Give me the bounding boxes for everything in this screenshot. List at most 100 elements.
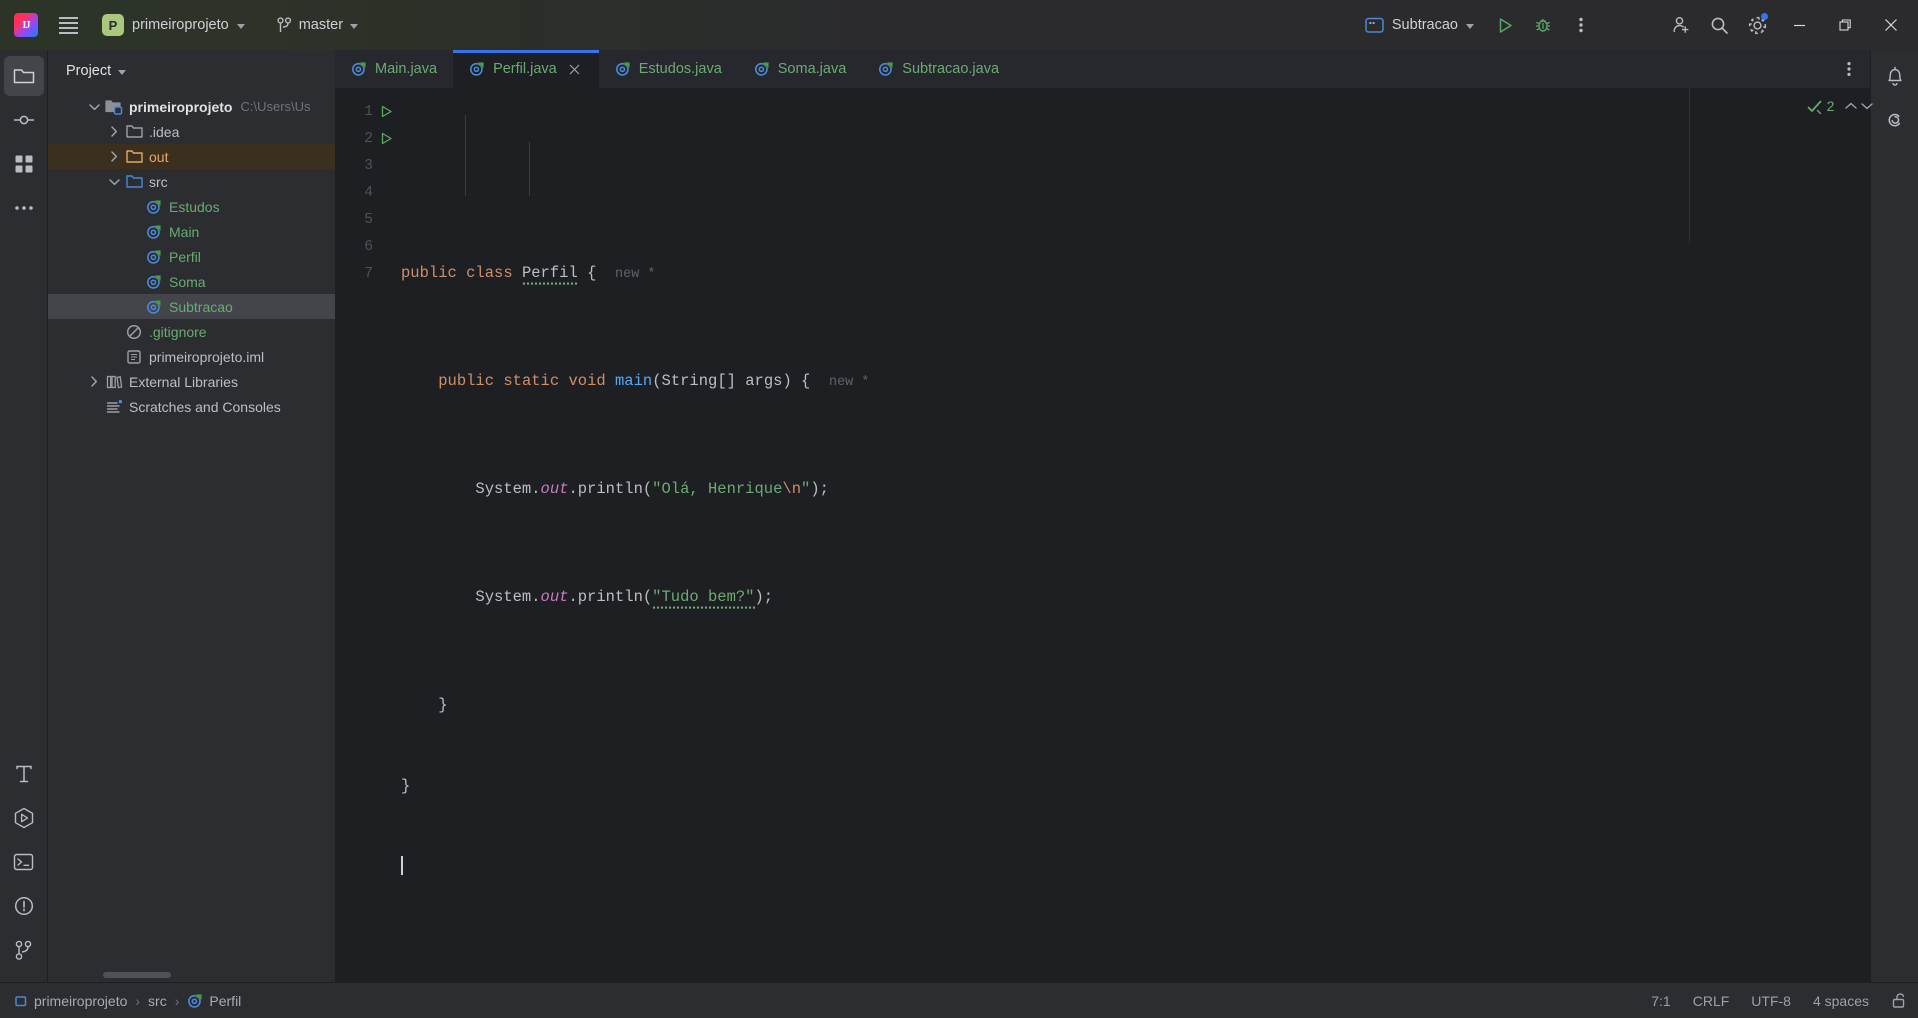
ai-spiral-icon [1888,113,1900,127]
project-name-label: primeiroprojeto [132,17,229,33]
line-separator-label[interactable]: CRLF [1693,993,1730,1009]
chevron-right-icon[interactable] [90,376,98,387]
sidebar-item-ai-assistant[interactable] [4,754,44,794]
editor-tab-soma-java[interactable]: Soma.java [738,50,863,88]
tree-node-label: External Libraries [129,373,238,390]
vcs-branch-selector[interactable]: master [269,10,366,40]
search-everywhere-button[interactable] [1700,6,1738,44]
editor-tab-perfil-java[interactable]: Perfil.java [453,50,599,88]
sidebar-item-version-control[interactable] [4,930,44,970]
chevron-right-icon[interactable] [110,126,118,137]
inspection-nav[interactable] [1845,102,1874,110]
maximize-window-button[interactable] [1822,0,1868,50]
inspection-widget[interactable]: 2 [1807,98,1874,114]
gutter-line[interactable]: 5 [335,206,401,233]
project-tree-horizontal-scrollbar[interactable] [103,972,171,978]
editor-tab-label: Soma.java [777,61,847,77]
close-window-button[interactable] [1868,0,1914,50]
run-gutter-icon[interactable] [375,105,397,118]
breadcrumb-item[interactable]: Perfil [187,993,241,1009]
editor-tab-estudos-java[interactable]: Estudos.java [599,50,738,88]
tree-node-primeiroprojeto-iml[interactable]: primeiroprojeto.iml [48,344,335,369]
tree-expand-arrow[interactable] [104,151,124,162]
tree-node-soma[interactable]: Soma [48,269,335,294]
caret-position-label[interactable]: 7:1 [1651,993,1670,1009]
run-configuration-selector[interactable]: Subtracao [1357,10,1482,40]
account-button[interactable] [1662,6,1700,44]
intellij-idea-logo: IJ [14,13,38,37]
sidebar-item-terminal[interactable] [4,842,44,882]
tree-node--idea[interactable]: .idea [48,119,335,144]
project-selector[interactable]: P primeiroprojeto [96,10,253,40]
tree-expand-arrow[interactable] [84,376,104,387]
tree-node-out[interactable]: out [48,144,335,169]
escape-sequence-token: \n [782,480,802,498]
java-class-icon [144,274,164,290]
tree-expand-arrow[interactable] [104,178,124,186]
editor-right-margin-line [1689,88,1690,243]
chevron-right-icon[interactable] [110,151,118,162]
run-button[interactable] [1486,6,1524,44]
tree-node-perfil[interactable]: Perfil [48,244,335,269]
hamburger-menu-icon[interactable] [50,7,86,43]
read-only-toggle[interactable] [1891,992,1908,1009]
chevron-up-icon[interactable] [1845,102,1858,110]
gutter-line[interactable]: 2 [335,125,401,152]
minimize-window-button[interactable] [1776,0,1822,50]
chevron-down-icon[interactable] [88,103,100,111]
editor-tab-subtracao-java[interactable]: Subtracao.java [862,50,1015,88]
debug-button[interactable] [1524,6,1562,44]
tree-node-src[interactable]: src [48,169,335,194]
sidebar-item-problems[interactable] [4,886,44,926]
breadcrumb-item[interactable]: primeiroprojeto [14,993,127,1009]
editor-tab-label: Estudos.java [638,61,722,77]
gutter-line[interactable]: 7 [335,260,401,287]
settings-button[interactable] [1738,6,1776,44]
run-gutter-icon[interactable] [375,132,397,145]
java-class-icon [352,62,366,76]
editor-inspection-widget-area: 2 [1807,88,1874,982]
indent-label[interactable]: 4 spaces [1813,993,1869,1009]
tree-node-scratches-and-consoles[interactable]: Scratches and Consoles [48,394,335,419]
editor-code[interactable]: public class Perfil { new * public stati… [401,88,1810,982]
editor-tab-close-icon[interactable] [567,61,583,77]
editor-tab-more-button[interactable] [1834,54,1864,84]
more-actions-button[interactable] [1562,6,1600,44]
editor-tab-options[interactable] [1834,50,1870,88]
tree-node--gitignore[interactable]: .gitignore [48,319,335,344]
editor-gutter[interactable]: 1 2 3 4 5 6 7 [335,88,401,982]
gutter-line[interactable]: 3 [335,152,401,179]
editor-tab-main-java[interactable]: Main.java [335,50,453,88]
tree-expand-arrow[interactable] [84,103,104,111]
tree-node-external-libraries[interactable]: External Libraries [48,369,335,394]
gutter-line[interactable]: 6 [335,233,401,260]
tree-node-subtracao[interactable]: Subtracao [48,294,335,319]
system-token: System. [475,588,541,606]
inlay-hint-new: new * [828,375,870,390]
line-number: 3 [364,157,373,174]
tree-node-main[interactable]: Main [48,219,335,244]
project-tree[interactable]: primeiroprojeto C:\Users\Us .idea out src… [48,92,335,982]
chevron-down-icon [118,69,127,75]
gutter-line[interactable]: 4 [335,179,401,206]
tree-node-label: Estudos [169,198,220,215]
sidebar-item-project[interactable] [3,56,44,96]
chevron-down-icon[interactable] [108,178,120,186]
tree-node-estudos[interactable]: Estudos [48,194,335,219]
project-panel-header[interactable]: Project [48,50,335,92]
encoding-label[interactable]: UTF-8 [1751,993,1791,1009]
sidebar-item-ai-chat[interactable] [1875,100,1915,140]
sidebar-item-services[interactable] [4,798,44,838]
run-services-icon [14,807,33,829]
chevron-down-icon [236,23,245,29]
sidebar-item-structure[interactable] [4,144,44,184]
sidebar-item-notifications[interactable] [1875,56,1915,96]
sidebar-item-commit[interactable] [4,100,44,140]
gutter-line[interactable]: 1 [335,98,401,125]
sidebar-item-more-tools[interactable] [4,188,44,228]
tree-node-primeiroprojeto[interactable]: primeiroprojeto C:\Users\Us [48,94,335,119]
chevron-down-icon[interactable] [1861,102,1874,110]
breadcrumb-item[interactable]: src [148,993,167,1009]
statement-end-token: ); [754,588,774,606]
tree-expand-arrow[interactable] [104,126,124,137]
